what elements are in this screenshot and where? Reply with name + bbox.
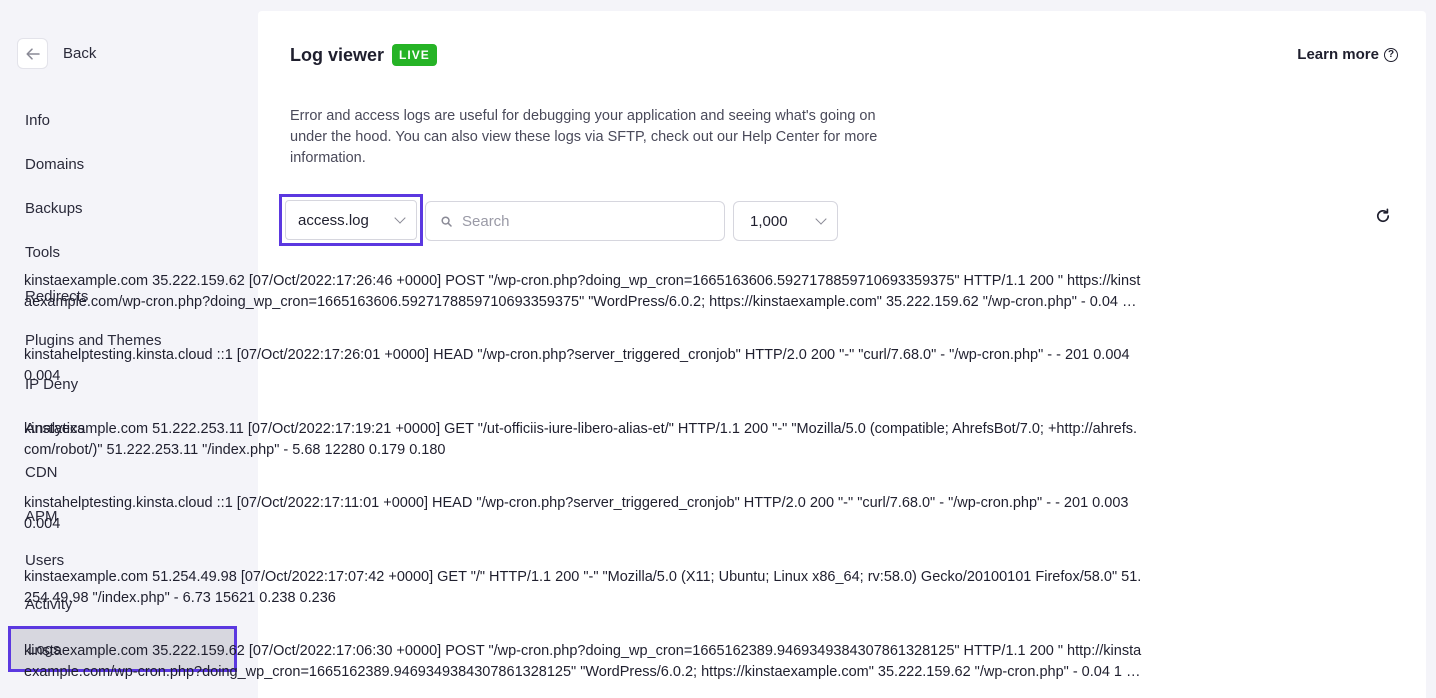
back-label: Back <box>63 45 97 62</box>
sidebar-item-domains[interactable]: Domains <box>0 142 246 186</box>
log-controls: access.log 1,000 <box>279 194 1399 246</box>
log-entry: kinstaexample.com 35.222.159.62 [07/Oct/… <box>24 273 1141 310</box>
description: Error and access logs are useful for deb… <box>290 108 878 166</box>
log-file-select[interactable]: access.log <box>285 200 417 240</box>
page-title: Log viewer <box>290 44 385 65</box>
log-list: kinstaexample.com 35.222.159.62 [07/Oct/… <box>24 271 1142 698</box>
log-file-select-value: access.log <box>298 211 369 229</box>
question-circle-icon: ? <box>1384 47 1398 62</box>
line-count-value: 1,000 <box>750 212 788 230</box>
back-button[interactable] <box>17 38 48 69</box>
header: Log viewer LIVE <box>290 44 437 66</box>
refresh-icon[interactable] <box>1374 207 1392 225</box>
search-box[interactable] <box>425 201 725 241</box>
back-link[interactable]: Back <box>17 38 96 69</box>
sidebar-item-tools[interactable]: Tools <box>0 230 246 274</box>
log-entry: kinstahelptesting.kinsta.cloud ::1 [07/O… <box>24 347 1130 384</box>
learn-more-link[interactable]: Learn more ? <box>1297 46 1398 63</box>
log-file-select-highlight: access.log <box>279 194 423 246</box>
learn-more-label: Learn more <box>1297 46 1379 63</box>
chevron-down-icon <box>394 212 406 224</box>
live-badge: LIVE <box>392 44 437 66</box>
sidebar-item-info[interactable]: Info <box>0 98 246 142</box>
arrow-left-icon <box>25 47 40 60</box>
line-count-select[interactable]: 1,000 <box>733 201 838 241</box>
chevron-down-icon <box>815 213 827 225</box>
log-entry: kinstaexample.com 51.254.49.98 [07/Oct/2… <box>24 569 1142 606</box>
log-entry: kinstahelptesting.kinsta.cloud ::1 [07/O… <box>24 495 1129 532</box>
log-entry: kinstaexample.com 51.222.253.11 [07/Oct/… <box>24 421 1138 458</box>
search-input[interactable] <box>462 212 702 230</box>
search-icon <box>441 215 452 227</box>
sidebar-item-backups[interactable]: Backups <box>0 186 246 230</box>
log-entry: kinstaexample.com 35.222.159.62 [07/Oct/… <box>24 643 1142 680</box>
